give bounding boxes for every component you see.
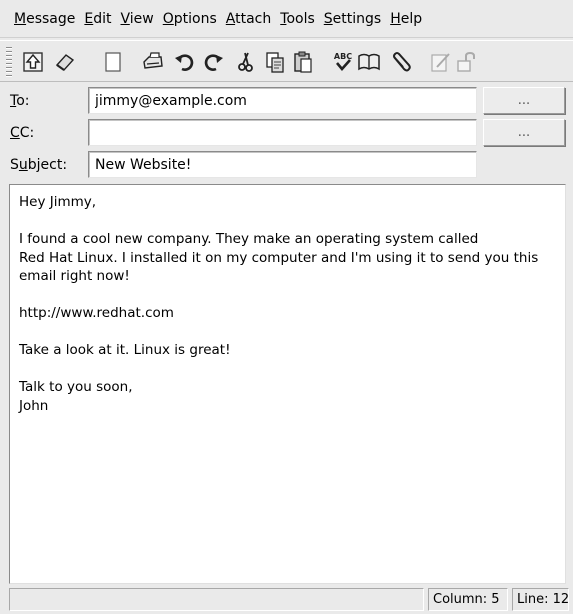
cc-address-button[interactable]: ...: [483, 119, 565, 146]
status-bar: Column: 5 Line: 12: [9, 588, 569, 611]
composer-window: Message Edit View Options Attach Tools S…: [0, 0, 573, 614]
spellcheck-icon[interactable]: ABC: [330, 49, 356, 75]
sign-icon: [428, 49, 454, 75]
toolbar: ABC: [0, 40, 573, 82]
body-line: [19, 212, 556, 231]
message-body[interactable]: Hey Jimmy, I found a cool new company. T…: [9, 184, 566, 584]
status-column: Column: 5: [428, 588, 508, 611]
body-line: [19, 323, 556, 342]
body-line: John: [19, 397, 49, 414]
erase-icon[interactable]: [52, 49, 78, 75]
redo-icon[interactable]: [200, 49, 226, 75]
to-input[interactable]: [88, 87, 477, 114]
menu-message[interactable]: Message: [14, 11, 75, 27]
body-line: [19, 286, 556, 305]
to-label: To:: [10, 93, 30, 109]
menu-help[interactable]: Help: [390, 11, 422, 27]
to-address-button[interactable]: ...: [483, 87, 565, 114]
body-line: Talk to you soon,: [19, 379, 133, 395]
body-line: I found a cool new company. They make an…: [19, 231, 479, 247]
menu-bar: Message Edit View Options Attach Tools S…: [0, 0, 573, 38]
cc-input[interactable]: [88, 119, 477, 146]
menu-view[interactable]: View: [121, 11, 154, 27]
cc-label: CC:: [10, 125, 35, 141]
status-message-area: [9, 588, 424, 611]
body-line: Hey Jimmy,: [19, 194, 97, 210]
attach-icon[interactable]: [388, 49, 414, 75]
menu-settings[interactable]: Settings: [324, 11, 381, 27]
body-line: Red Hat Linux. I installed it on my comp…: [19, 249, 539, 266]
toolbar-grip[interactable]: [6, 47, 12, 77]
menu-options[interactable]: Options: [163, 11, 217, 27]
send-icon[interactable]: [20, 49, 46, 75]
body-line: [19, 360, 556, 379]
subject-label: Subject:: [10, 157, 68, 173]
encrypt-icon: [454, 49, 480, 75]
menu-tools[interactable]: Tools: [280, 11, 315, 27]
body-line: email right now!: [19, 268, 130, 284]
menu-attach[interactable]: Attach: [226, 11, 271, 27]
paste-icon[interactable]: [290, 49, 316, 75]
print-icon[interactable]: [140, 49, 166, 75]
menu-edit[interactable]: Edit: [84, 11, 111, 27]
body-line: http://www.redhat.com: [19, 305, 174, 321]
new-document-icon[interactable]: [100, 49, 126, 75]
status-line: Line: 12: [512, 588, 569, 611]
undo-icon[interactable]: [172, 49, 198, 75]
body-line: Take a look at it. Linux is great!: [19, 342, 231, 358]
copy-icon[interactable]: [262, 49, 288, 75]
cut-icon[interactable]: [232, 49, 258, 75]
subject-input[interactable]: [88, 151, 477, 178]
address-book-icon[interactable]: [356, 49, 382, 75]
